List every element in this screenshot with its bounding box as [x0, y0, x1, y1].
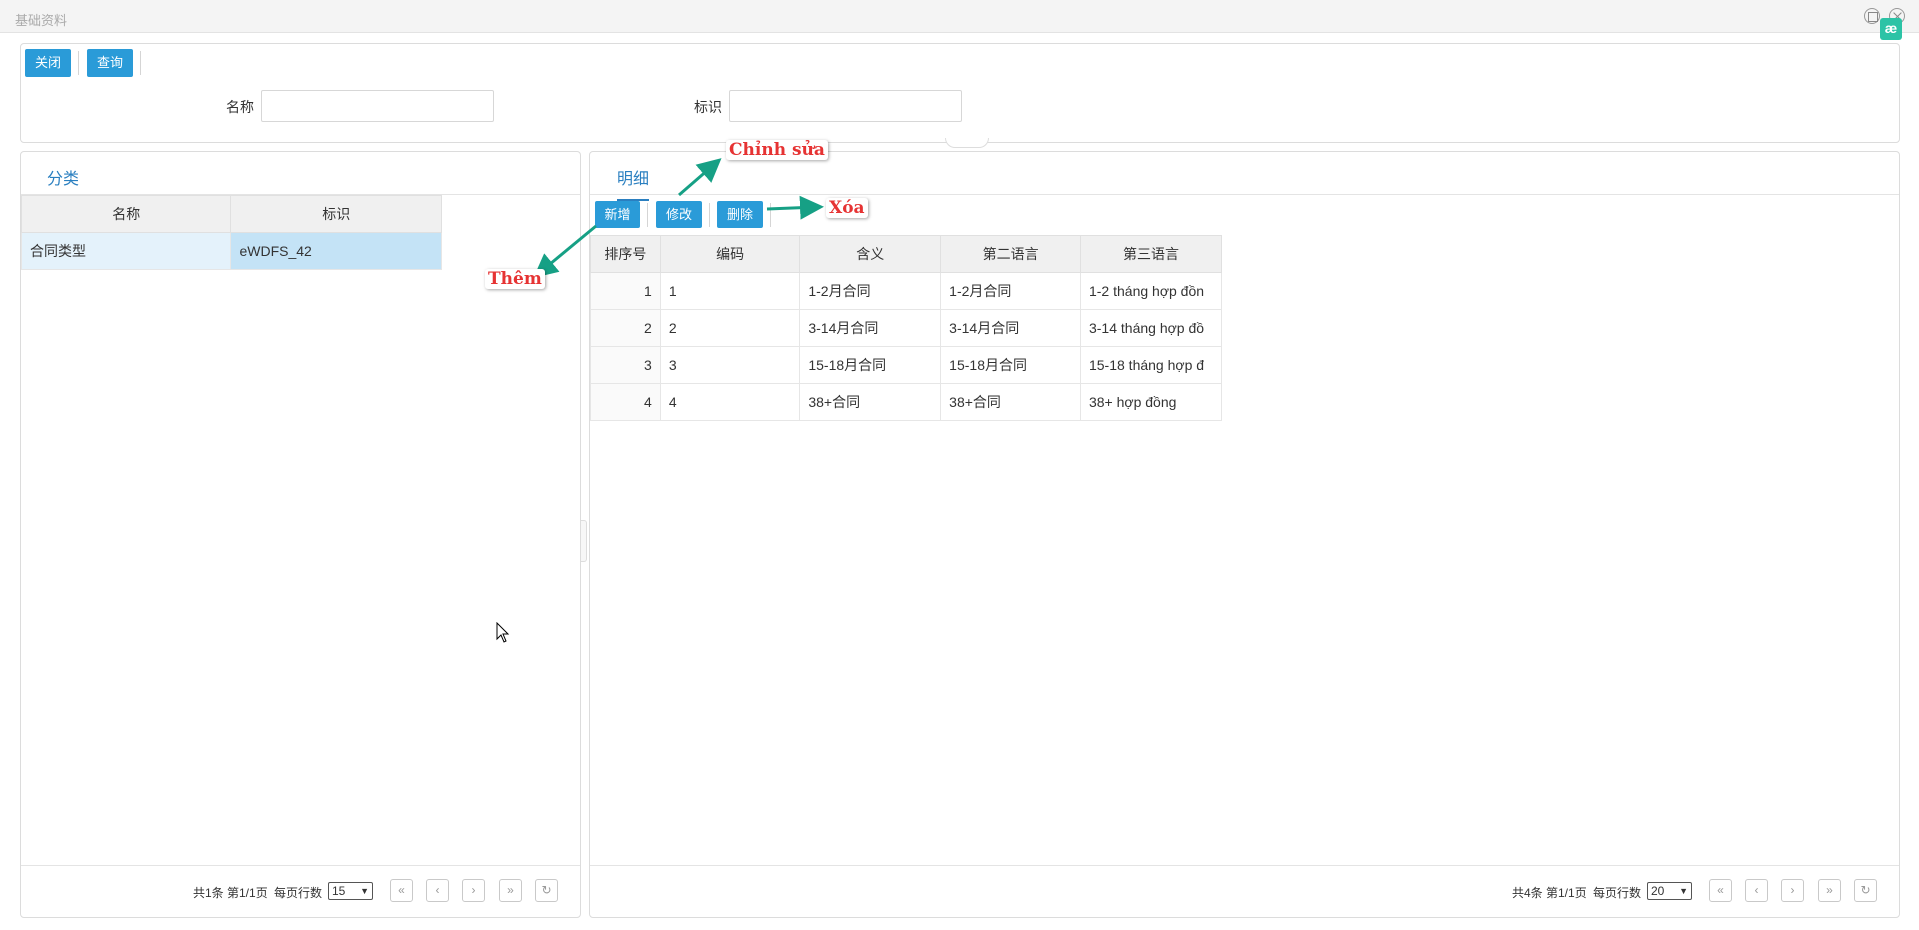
toolbar-divider [78, 51, 79, 75]
category-pager: 共1条 第1/1页 每页行数 15 ▼ « ‹ › » ↻ [21, 865, 580, 917]
table-row[interactable]: 2 2 3-14月合同 3-14月合同 3-14 tháng hợp đồ [590, 309, 1223, 347]
cell-second-language[interactable]: 3-14月合同 [940, 309, 1081, 347]
cell-third-language[interactable]: 1-2 tháng hợp đồn [1079, 272, 1223, 310]
column-header-seq[interactable]: 排序号 [590, 235, 661, 273]
cell-meaning[interactable]: 15-18月合同 [799, 346, 942, 384]
cell-meaning[interactable]: 1-2月合同 [799, 272, 942, 310]
cell-meaning[interactable]: 38+合同 [799, 383, 942, 421]
add-button[interactable]: 新增 [595, 201, 640, 228]
toolbar-divider [647, 203, 648, 227]
cell-third-language[interactable]: 38+ hợp đồng [1079, 383, 1223, 421]
annotation-label-add: Thêm [485, 269, 545, 289]
first-page-icon[interactable]: « [1709, 879, 1732, 902]
toolbar-divider [770, 203, 771, 227]
table-row[interactable]: 合同类型 eWDFS_42 [21, 232, 442, 270]
per-page-select[interactable]: 20 ▼ [1647, 882, 1692, 900]
code-filter-input[interactable] [729, 90, 962, 122]
name-filter-input[interactable] [261, 90, 494, 122]
close-button[interactable]: 关闭 [25, 49, 71, 77]
category-tabbar: 分类 [21, 152, 580, 201]
pager-per-page-label: 每页行数 [274, 886, 323, 900]
cell-code[interactable]: 1 [659, 272, 801, 310]
annotation-label-delete: Xóa [826, 198, 868, 218]
chevron-down-icon: ▼ [1679, 886, 1688, 896]
toolbar-divider [709, 203, 710, 227]
cell-seq: 2 [590, 309, 661, 347]
table-header-row: 名称 标识 [21, 195, 442, 233]
cell-second-language[interactable]: 38+合同 [940, 383, 1081, 421]
column-header-code[interactable]: 标识 [230, 195, 442, 233]
cell-code[interactable]: 2 [659, 309, 801, 347]
cell-seq: 3 [590, 346, 661, 384]
refresh-icon[interactable]: ↻ [535, 879, 558, 902]
cell-meaning[interactable]: 3-14月合同 [799, 309, 942, 347]
per-page-value: 15 [332, 884, 346, 898]
pager-summary: 共1条 第1/1页 [193, 886, 268, 900]
pager-per-page-label: 每页行数 [1593, 886, 1642, 900]
per-page-value: 20 [1651, 884, 1665, 898]
detail-pager: 共4条 第1/1页 每页行数 20 ▼ « ‹ › » ↻ [590, 865, 1899, 917]
maximize-icon[interactable] [1864, 8, 1880, 24]
detail-panel: 明细 新增 修改 删除 排序号 编码 含义 第二语言 第三语言 1 1 1-2月… [589, 151, 1900, 918]
window-title: 基础资料 [15, 13, 68, 28]
column-header-third-language[interactable]: 第三语言 [1079, 235, 1223, 273]
cell-seq: 4 [590, 383, 661, 421]
table-row[interactable]: 4 4 38+合同 38+合同 38+ hợp đồng [590, 383, 1223, 421]
detail-table: 排序号 编码 含义 第二语言 第三语言 1 1 1-2月合同 1-2月合同 1-… [590, 235, 1223, 421]
cell-second-language[interactable]: 1-2月合同 [940, 272, 1081, 310]
last-page-icon[interactable]: » [499, 879, 522, 902]
last-page-icon[interactable]: » [1818, 879, 1841, 902]
column-header-meaning[interactable]: 含义 [799, 235, 942, 273]
category-panel: 分类 名称 标识 合同类型 eWDFS_42 共1条 第1/1页 每页行数 15… [20, 151, 581, 918]
cell-seq: 1 [590, 272, 661, 310]
mouse-cursor-icon [496, 622, 510, 643]
extension-badge-icon[interactable]: æ [1880, 18, 1902, 40]
name-filter-label: 名称 [226, 99, 254, 115]
cell-code[interactable]: eWDFS_42 [230, 232, 442, 270]
window-titlebar: 基础资料 æ [0, 0, 1919, 40]
pager-summary: 共4条 第1/1页 [1512, 886, 1587, 900]
column-header-name[interactable]: 名称 [21, 195, 232, 233]
panel-splitter-handle[interactable] [581, 520, 587, 562]
next-page-icon[interactable]: › [1781, 879, 1804, 902]
toolbar-divider [140, 51, 141, 75]
prev-page-icon[interactable]: ‹ [1745, 879, 1768, 902]
refresh-icon[interactable]: ↻ [1854, 879, 1877, 902]
tab-detail[interactable]: 明细 [617, 165, 650, 201]
collapse-handle[interactable] [945, 138, 989, 148]
chevron-down-icon: ▼ [360, 886, 369, 896]
cell-code[interactable]: 4 [659, 383, 801, 421]
cell-code[interactable]: 3 [659, 346, 801, 384]
table-row[interactable]: 3 3 15-18月合同 15-18月合同 15-18 tháng hợp đ [590, 346, 1223, 384]
edit-button[interactable]: 修改 [656, 201, 702, 228]
code-filter-label: 标识 [694, 99, 722, 115]
first-page-icon[interactable]: « [390, 879, 413, 902]
table-header-row: 排序号 编码 含义 第二语言 第三语言 [590, 235, 1223, 273]
column-header-second-language[interactable]: 第二语言 [940, 235, 1081, 273]
annotation-label-edit: Chỉnh sửa [726, 140, 828, 160]
cell-third-language[interactable]: 3-14 tháng hợp đồ [1079, 309, 1223, 347]
delete-button[interactable]: 删除 [717, 201, 763, 228]
table-row[interactable]: 1 1 1-2月合同 1-2月合同 1-2 tháng hợp đồn [590, 272, 1223, 310]
prev-page-icon[interactable]: ‹ [426, 879, 449, 902]
query-panel: 关闭 查询 名称 标识 [20, 43, 1900, 143]
column-header-code[interactable]: 编码 [659, 235, 801, 273]
query-button[interactable]: 查询 [87, 49, 133, 77]
category-table: 名称 标识 合同类型 eWDFS_42 [21, 195, 442, 270]
cell-second-language[interactable]: 15-18月合同 [940, 346, 1081, 384]
next-page-icon[interactable]: › [462, 879, 485, 902]
per-page-select[interactable]: 15 ▼ [328, 882, 373, 900]
cell-third-language[interactable]: 15-18 tháng hợp đ [1079, 346, 1223, 384]
cell-name[interactable]: 合同类型 [21, 232, 232, 270]
